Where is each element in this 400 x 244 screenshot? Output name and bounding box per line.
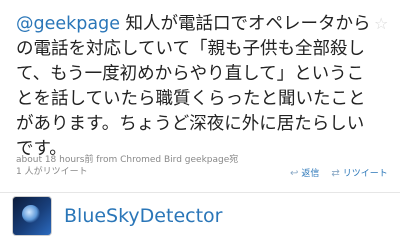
retweet-label: リツイート (342, 169, 388, 179)
retweet-count: 1 人がリツイート (16, 167, 88, 177)
mention-link[interactable]: @geekpage (16, 14, 120, 34)
tweet-actions: ↩ 返信 ⇄ リツイート (290, 168, 388, 180)
divider (0, 192, 400, 193)
retweet-button[interactable]: ⇄ リツイート (331, 168, 387, 180)
reply-button[interactable]: ↩ 返信 (290, 168, 319, 180)
reply-label: 返信 (301, 169, 320, 179)
tweet-meta: about 18 hours前 from Chromed Bird geekpa… (16, 155, 239, 165)
username-link[interactable]: BlueSkyDetector (64, 205, 222, 227)
reply-icon: ↩ (290, 168, 299, 179)
tweet-text: @geekpage 知人が電話口でオペレータからの電話を対応していて「親も子供も… (16, 12, 372, 162)
avatar[interactable] (12, 196, 52, 236)
retweet-icon: ⇄ (331, 168, 340, 179)
profile-row: BlueSkyDetector (12, 196, 392, 236)
tweet-body: 知人が電話口でオペレータからの電話を対応していて「親も子供も全部殺して、もう一度… (16, 14, 371, 159)
favorite-star-icon[interactable]: ☆ (374, 16, 388, 32)
